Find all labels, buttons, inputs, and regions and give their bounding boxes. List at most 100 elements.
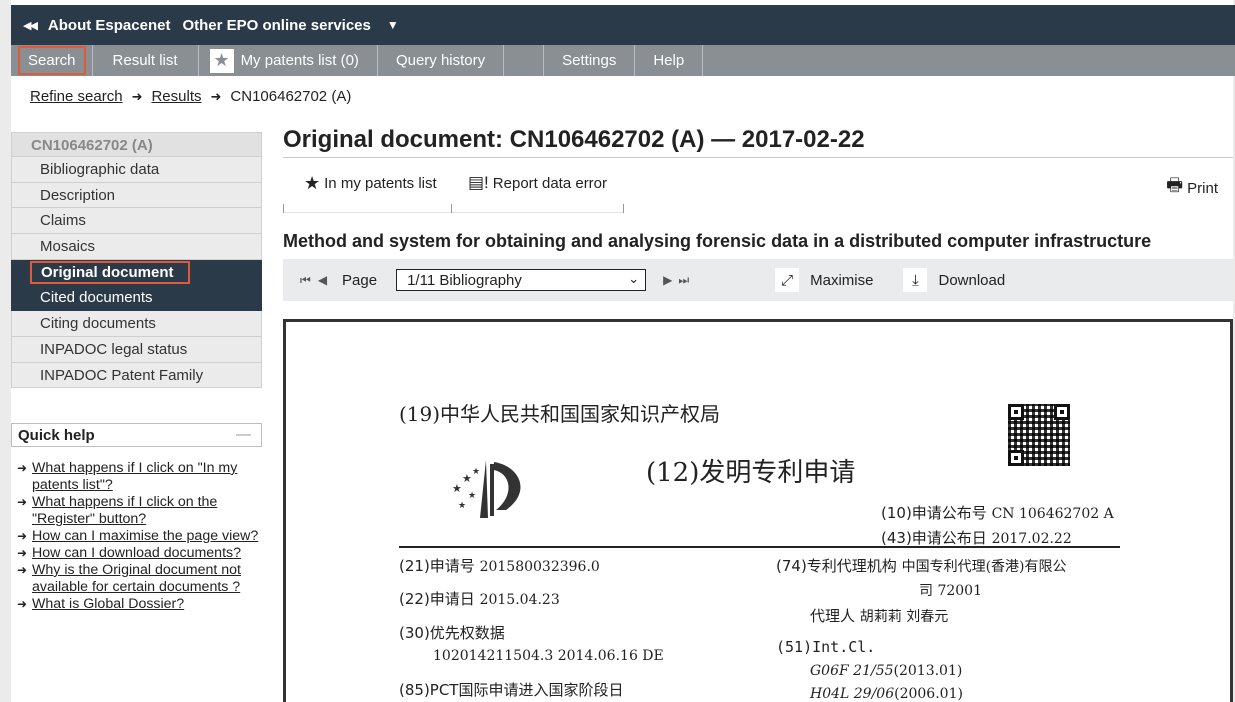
- star-icon: ★: [209, 48, 234, 73]
- list-item: ➜ How can I maximise the page view?: [17, 528, 267, 545]
- in-my-patents-label: In my patents list: [324, 175, 437, 192]
- nav-result-list[interactable]: Result list: [93, 45, 199, 76]
- list-item: ➜ Why is the Original document not availa…: [17, 562, 267, 596]
- nav-empty-tab[interactable]: [504, 45, 545, 76]
- help-link[interactable]: How can I maximise the page view?: [32, 528, 258, 545]
- maximise-label: Maximise: [810, 271, 874, 289]
- svg-text:★: ★: [472, 467, 480, 477]
- quick-help-title: Quick help: [18, 427, 95, 444]
- arrow-right-icon: ➜: [17, 563, 28, 577]
- nav-query-history[interactable]: Query history: [378, 45, 505, 76]
- sidebar-item-bibliographic[interactable]: Bibliographic data: [11, 157, 262, 183]
- sidebar-item-cited[interactable]: Cited documents: [11, 285, 262, 312]
- list-item: ➜ What happens if I click on "In my paten…: [17, 460, 267, 494]
- help-link[interactable]: What happens if I click on "In my patent…: [32, 460, 267, 494]
- print-label: Print: [1187, 179, 1218, 197]
- sidebar-item-patent-family[interactable]: INPADOC Patent Family: [11, 362, 262, 389]
- agent: 胡莉莉 刘春元: [859, 609, 949, 625]
- nav-settings[interactable]: Settings: [544, 45, 636, 76]
- last-page-icon[interactable]: ⏭: [678, 273, 690, 288]
- collapse-icon[interactable]: ◀◀: [23, 19, 38, 32]
- page-select[interactable]: 1/11 Bibliography ⌄: [396, 269, 647, 291]
- sidebar-item-mosaics[interactable]: Mosaics: [11, 234, 262, 260]
- cl2: H04L 29/06: [810, 686, 895, 702]
- pct-label: (85)PCT国际申请进入国家阶段日: [399, 681, 624, 699]
- qr-code-icon: [1008, 404, 1070, 466]
- list-item: ➜ What happens if I click on the "Registe…: [17, 494, 267, 528]
- document-toolbar: ★ In my patents list ▤! Report data erro…: [283, 158, 1233, 213]
- svg-text:★: ★: [462, 472, 472, 485]
- pub-date-label: (43)申请公布日: [881, 529, 987, 547]
- first-page-icon[interactable]: ⏮: [300, 273, 312, 288]
- arrow-right-icon: ➜: [131, 88, 143, 104]
- sidebar-item-citing[interactable]: Citing documents: [11, 311, 262, 337]
- sidebar-item-claims[interactable]: Claims: [11, 208, 262, 235]
- breadcrumb-results[interactable]: Results: [151, 88, 201, 105]
- cl1-date: (2013.01): [893, 663, 963, 679]
- left-gutter: [0, 0, 11, 702]
- pub-no: CN 106462702 A: [991, 506, 1114, 522]
- page-select-value: 1/11 Bibliography: [407, 271, 522, 289]
- nav-search-label[interactable]: Search: [18, 46, 86, 75]
- download-button[interactable]: ⤓ Download: [903, 268, 1005, 292]
- divider: [623, 204, 624, 213]
- pub-date: 2017.02.22: [991, 531, 1072, 547]
- quick-help-list: ➜ What happens if I click on "In my paten…: [17, 460, 267, 613]
- svg-text:★: ★: [468, 491, 476, 501]
- help-link[interactable]: How can I download documents?: [32, 545, 241, 562]
- nav-help[interactable]: Help: [635, 45, 704, 76]
- divider: [451, 204, 452, 213]
- arrow-right-icon: ➜: [17, 546, 28, 560]
- sidebar-item-description[interactable]: Description: [11, 182, 262, 209]
- maximise-button[interactable]: ⤢ Maximise: [775, 268, 873, 292]
- report-error-label: Report data error: [492, 174, 608, 192]
- sipo-emblem-icon: ★ ★ ★ ★ ★: [452, 460, 521, 518]
- breadcrumb-refine-search[interactable]: Refine search: [30, 88, 123, 105]
- svg-text:★: ★: [452, 482, 462, 495]
- arrow-right-icon: ➜: [210, 88, 222, 104]
- nav-my-patents[interactable]: ★ My patents list (0): [199, 45, 378, 76]
- sidebar-item-original-document[interactable]: Original document: [11, 259, 262, 286]
- download-icon: ⤓: [903, 268, 928, 292]
- nav-my-patents-label: My patents list (0): [240, 52, 359, 69]
- doc-office: (19)中华人民共和国国家知识产权局: [399, 402, 721, 426]
- maximise-icon: ⤢: [775, 268, 800, 292]
- about-espacenet-link[interactable]: About Espacenet: [48, 17, 171, 34]
- help-link[interactable]: Why is the Original document not availab…: [32, 562, 267, 596]
- cl1: G06F 21/55: [810, 663, 894, 679]
- quick-help-header[interactable]: Quick help —: [11, 423, 262, 447]
- sidebar-item-legal-status[interactable]: INPADOC legal status: [11, 336, 262, 363]
- next-page-icon[interactable]: ▶: [663, 273, 673, 287]
- help-link[interactable]: What is Global Dossier?: [32, 596, 184, 613]
- other-services-link[interactable]: Other EPO online services: [182, 17, 370, 34]
- page-title: Original document: CN106462702 (A) — 201…: [283, 126, 865, 153]
- top-bar: ◀◀ About Espacenet Other EPO online serv…: [11, 5, 1235, 45]
- page-label: Page: [342, 271, 378, 289]
- report-error-button[interactable]: ▤! Report data error: [468, 173, 607, 193]
- app-no: 201580032396.0: [479, 559, 600, 575]
- print-button[interactable]: 🖶 Print: [1166, 173, 1218, 203]
- pub-no-label: (10)申请公布号: [881, 504, 987, 522]
- chevron-down-icon[interactable]: ▼: [387, 18, 399, 32]
- document-viewer[interactable]: (19)中华人民共和国国家知识产权局 ★ ★ ★ ★ ★ (12)发明专利申请 …: [283, 319, 1233, 702]
- priority-data: 102014211504.3 2014.06.16 DE: [433, 648, 664, 664]
- prev-page-icon[interactable]: ◀: [318, 273, 328, 287]
- app-date-label: (22)申请日: [399, 590, 475, 608]
- breadcrumb: Refine search ➜ Results ➜ CN106462702 (A…: [30, 88, 351, 105]
- agency-label: (74)专利代理机构: [776, 557, 897, 575]
- sidebar: CN106462702 (A) Bibliographic data Descr…: [11, 132, 262, 389]
- help-link[interactable]: What happens if I click on the "Register…: [32, 494, 267, 528]
- nav-search[interactable]: Search: [11, 45, 93, 76]
- intcl-label: (51)Int.Cl.: [776, 638, 876, 656]
- in-my-patents-button[interactable]: ★ In my patents list: [304, 173, 437, 194]
- divider: [283, 204, 284, 213]
- toolbar-underline: [283, 212, 623, 213]
- sidebar-item-original-label: Original document: [30, 260, 190, 284]
- priority-label: (30)优先权数据: [399, 624, 505, 642]
- document-title: Method and system for obtaining and anal…: [283, 231, 1152, 251]
- collapse-minus-icon[interactable]: —: [236, 426, 251, 443]
- app-no-label: (21)申请号: [399, 557, 475, 575]
- viewer-toolbar: ⏮ ◀ Page 1/11 Bibliography ⌄ ▶ ⏭ ⤢ Maxim…: [283, 259, 1233, 301]
- svg-text:★: ★: [458, 501, 466, 511]
- app-date: 2015.04.23: [479, 592, 560, 608]
